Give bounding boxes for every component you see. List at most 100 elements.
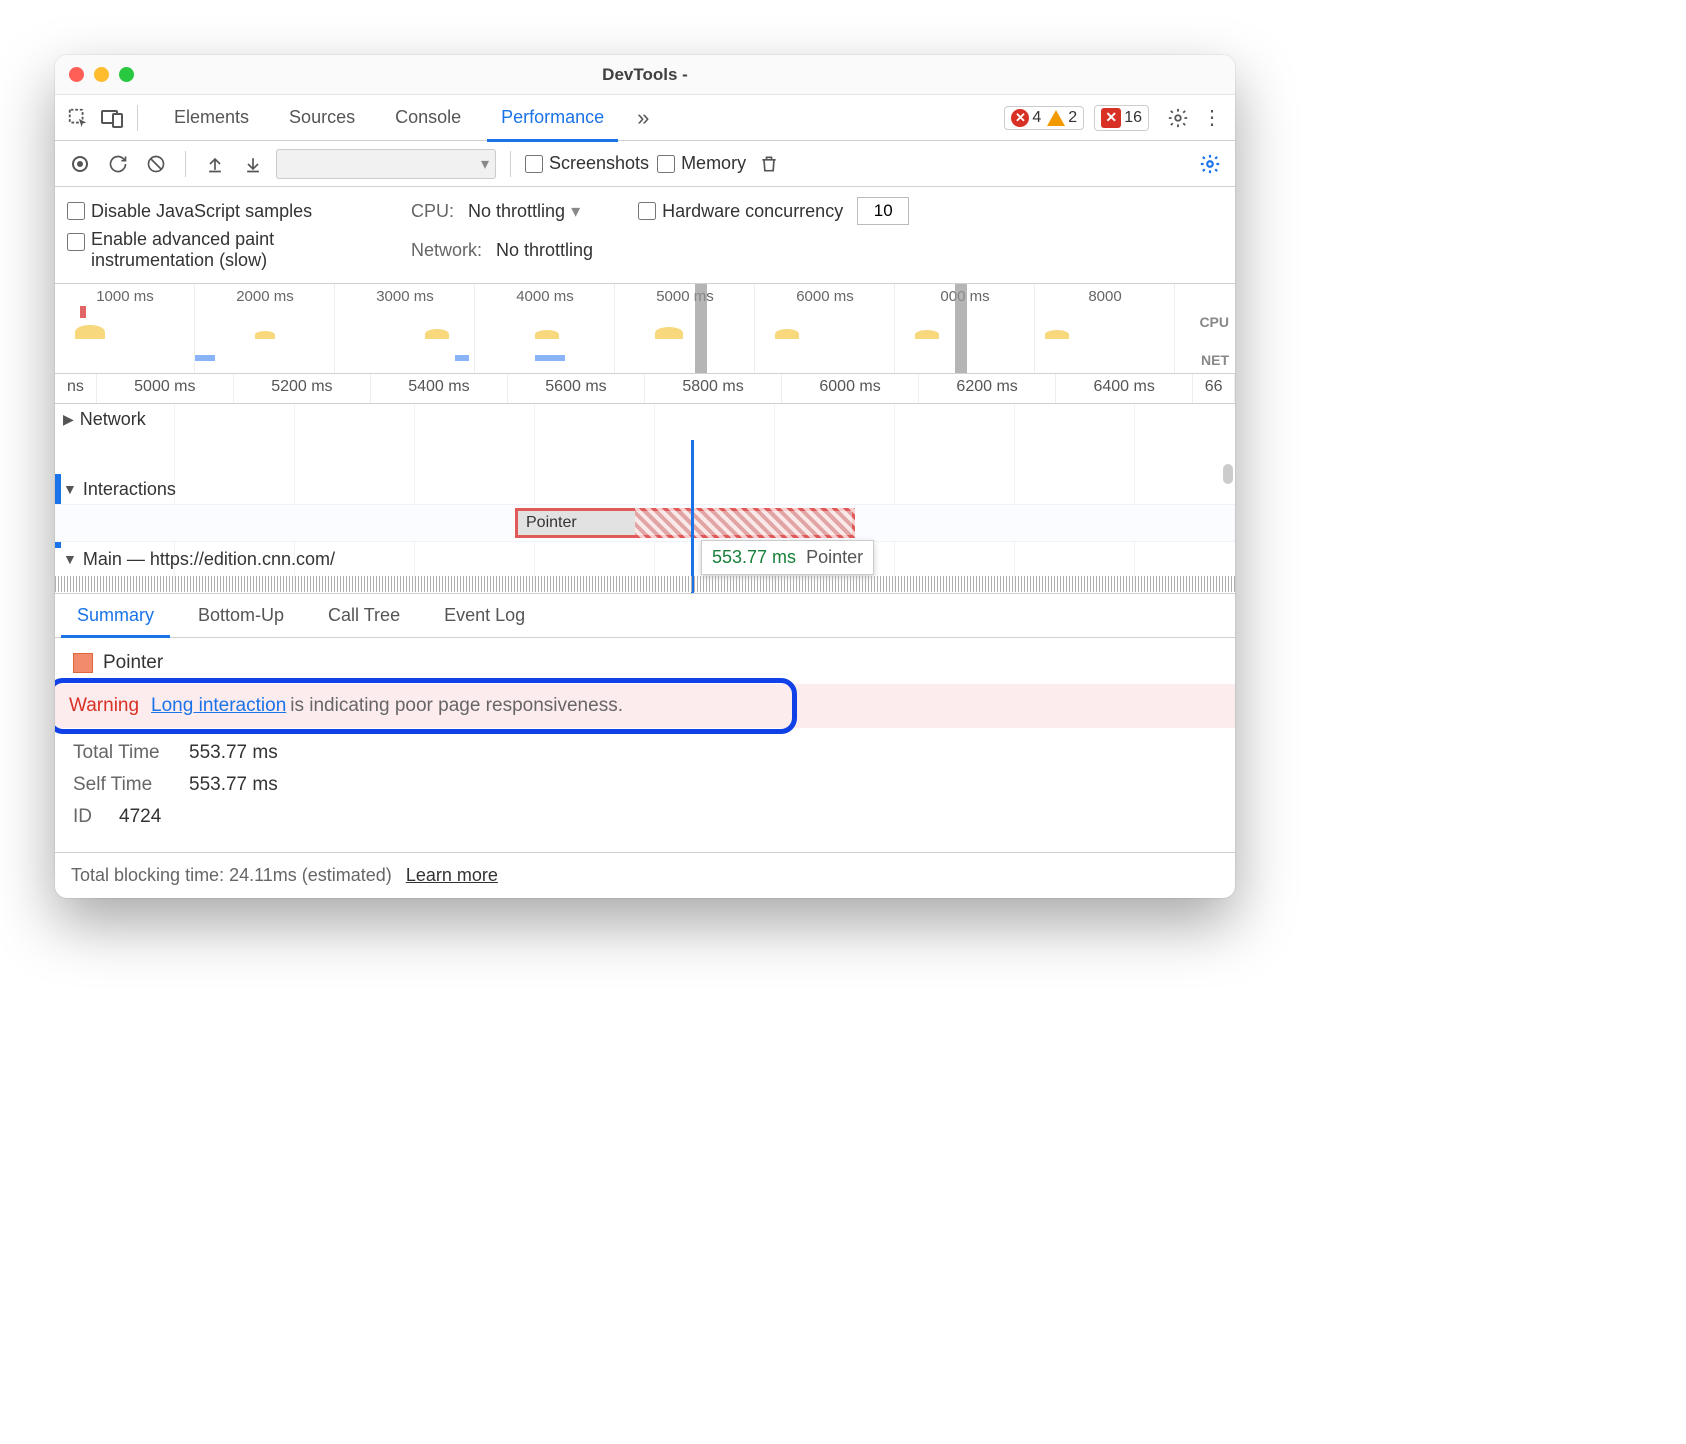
ruler-tick: 6400 ms [1056, 374, 1193, 403]
ruler-tick: 5400 ms [371, 374, 508, 403]
net-bar [535, 355, 565, 361]
network-track-label: Network [80, 409, 146, 430]
separator [137, 105, 138, 131]
overview-ticks: 1000 ms 2000 ms 3000 ms 4000 ms 5000 ms … [55, 284, 1235, 305]
scroll-thumb[interactable] [1223, 464, 1233, 484]
network-throttle-value: No throttling [496, 240, 593, 261]
dtab-bottom-up[interactable]: Bottom-Up [176, 594, 306, 637]
ruler-tick: 5600 ms [508, 374, 645, 403]
network-track-header[interactable]: ▶ Network [55, 404, 1235, 434]
network-throttle-select[interactable]: No throttling [496, 240, 593, 261]
id-key: ID [73, 806, 103, 828]
disable-js-checkbox[interactable]: Disable JavaScript samples [67, 201, 397, 222]
cpu-hump [425, 329, 449, 339]
warning-row: Warning Long interaction is indicating p… [55, 684, 1235, 728]
cpu-throttle-select[interactable]: No throttling ▾ [468, 201, 580, 222]
total-time-key: Total Time [73, 742, 173, 764]
screenshots-label: Screenshots [549, 153, 649, 174]
chevron-down-icon: ▾ [571, 201, 580, 222]
overview-tick: 5000 ms [615, 288, 755, 305]
error-icon: ✕ [1011, 109, 1029, 127]
overview-tick: 1000 ms [55, 288, 195, 305]
performance-toolbar: ▾ Screenshots Memory [55, 141, 1235, 187]
overview-cpu-label: CPU [1199, 314, 1229, 330]
tab-performance[interactable]: Performance [481, 95, 624, 141]
clear-button[interactable] [141, 149, 171, 179]
summary-title: Pointer [103, 652, 163, 674]
warning-label: Warning [69, 695, 139, 717]
pointer-swatch-icon [73, 653, 93, 673]
errors-count: 4 [1032, 109, 1041, 127]
more-menu-icon[interactable]: ⋮ [1197, 103, 1227, 133]
screenshots-checkbox-input[interactable] [525, 155, 543, 173]
interactions-lane[interactable]: Pointer [55, 504, 1235, 542]
errors-badge[interactable]: ✕ 4 [1011, 109, 1041, 127]
console-issues-badge[interactable]: ✕ 4 2 [1004, 106, 1084, 130]
reload-record-button[interactable] [103, 149, 133, 179]
selection-handle-right[interactable] [955, 284, 967, 373]
overview-tick: 6000 ms [755, 288, 895, 305]
cpu-hump [1045, 330, 1069, 339]
cpu-hump [535, 330, 559, 339]
long-interaction-link[interactable]: Long interaction [151, 695, 286, 717]
upload-profile-button[interactable] [200, 149, 230, 179]
extension-icon: ✕ [1101, 108, 1121, 128]
tab-elements[interactable]: Elements [154, 95, 269, 141]
hw-concurrency-input[interactable] [857, 197, 909, 225]
tab-sources[interactable]: Sources [269, 95, 375, 141]
ruler-tick: ns [55, 374, 97, 403]
hw-concurrency-checkbox-input[interactable] [638, 202, 656, 220]
ruler-tick: 5200 ms [234, 374, 371, 403]
disable-js-checkbox-input[interactable] [67, 202, 85, 220]
main-track-header[interactable]: ▼ Main — https://edition.cnn.com/ [55, 544, 1235, 574]
flame-chart[interactable]: ▶ Network ▼ Interactions Pointer 553.77 … [55, 404, 1235, 594]
interaction-block-label: Pointer [526, 514, 577, 532]
capture-options: Disable JavaScript samples CPU: No throt… [55, 187, 1235, 284]
details-tabs: Summary Bottom-Up Call Tree Event Log [55, 594, 1235, 638]
download-profile-button[interactable] [238, 149, 268, 179]
more-tabs-icon[interactable]: » [628, 103, 658, 133]
enable-paint-checkbox-input[interactable] [67, 233, 85, 251]
total-time-row: Total Time 553.77 ms [73, 742, 1217, 764]
detail-ruler[interactable]: ns 5000 ms 5200 ms 5400 ms 5600 ms 5800 … [55, 374, 1235, 404]
record-button[interactable] [65, 149, 95, 179]
warnings-badge[interactable]: 2 [1047, 109, 1077, 127]
separator [185, 151, 186, 177]
extension-badge[interactable]: ✕ 16 [1094, 105, 1149, 131]
self-time-key: Self Time [73, 774, 173, 796]
dtab-summary[interactable]: Summary [55, 594, 176, 637]
memory-checkbox-input[interactable] [657, 155, 675, 173]
ruler-tick: 66 [1193, 374, 1235, 403]
memory-checkbox[interactable]: Memory [657, 153, 746, 174]
enable-paint-checkbox[interactable]: Enable advanced paint instrumentation (s… [67, 229, 397, 271]
interaction-block-pointer[interactable]: Pointer [515, 508, 855, 538]
learn-more-link[interactable]: Learn more [406, 865, 498, 886]
overview-tick: 2000 ms [195, 288, 335, 305]
window-titlebar: DevTools - [55, 55, 1235, 95]
settings-gear-icon[interactable] [1163, 103, 1193, 133]
dtab-event-log[interactable]: Event Log [422, 594, 547, 637]
screenshots-checkbox[interactable]: Screenshots [525, 153, 649, 174]
dtab-call-tree[interactable]: Call Tree [306, 594, 422, 637]
device-toolbar-icon[interactable] [97, 103, 127, 133]
selection-handle-left[interactable] [695, 284, 707, 373]
overview-tick: 3000 ms [335, 288, 475, 305]
hw-concurrency-checkbox[interactable]: Hardware concurrency [638, 201, 843, 222]
expand-icon: ▶ [63, 411, 74, 428]
self-time-row: Self Time 553.77 ms [73, 774, 1217, 796]
collapse-icon: ▼ [63, 551, 77, 567]
summary-title-row: Pointer [73, 652, 1217, 674]
ruler-tick: 5800 ms [645, 374, 782, 403]
capture-settings-gear-icon[interactable] [1195, 149, 1225, 179]
separator [510, 151, 511, 177]
tab-console[interactable]: Console [375, 95, 481, 141]
inspect-element-icon[interactable] [63, 103, 93, 133]
recording-selector[interactable]: ▾ [276, 149, 496, 179]
interactions-track-label: Interactions [83, 479, 176, 500]
interactions-track-header[interactable]: ▼ Interactions [55, 474, 1235, 504]
cpu-hump [255, 331, 275, 339]
timeline-overview[interactable]: 1000 ms 2000 ms 3000 ms 4000 ms 5000 ms … [55, 284, 1235, 374]
gc-button[interactable] [754, 149, 784, 179]
overview-tick: 4000 ms [475, 288, 615, 305]
main-track-label: Main — https://edition.cnn.com/ [83, 549, 335, 570]
